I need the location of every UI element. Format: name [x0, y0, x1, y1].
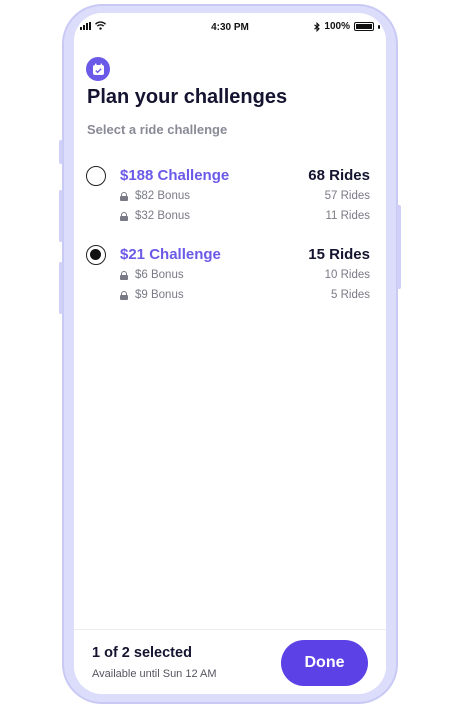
page-title: Plan your challenges	[87, 86, 288, 108]
phone-power-button	[397, 205, 401, 289]
lock-icon	[120, 270, 128, 280]
battery-percent: 100%	[324, 21, 350, 32]
challenge-name: $21 Challenge	[120, 246, 221, 263]
bonus-label: $32 Bonus	[135, 210, 190, 222]
bonus-rides: 57 Rides	[324, 190, 370, 202]
battery-icon	[354, 22, 374, 31]
selected-count: 1 of 2 selected	[92, 645, 192, 661]
bonus-label: $82 Bonus	[135, 190, 190, 202]
page-subtitle: Select a ride challenge	[87, 122, 228, 137]
challenge-total-rides: 68 Rides	[308, 167, 370, 184]
lock-icon	[120, 211, 128, 221]
status-bar: 4:30 PM 100%	[74, 13, 386, 41]
bonus-label: $6 Bonus	[135, 269, 184, 281]
calendar-check-icon	[86, 57, 110, 81]
battery-tip	[378, 24, 380, 29]
bonus-row: $82 Bonus	[120, 190, 190, 202]
phone-side-button	[59, 262, 63, 314]
bonus-rides: 11 Rides	[325, 210, 370, 222]
radio-button[interactable]	[86, 166, 106, 186]
bonus-rides: 10 Rides	[324, 269, 370, 281]
bonus-row: $32 Bonus	[120, 210, 190, 222]
bonus-rides: 5 Rides	[331, 289, 370, 301]
footer-bar: 1 of 2 selected Available until Sun 12 A…	[74, 629, 386, 694]
bluetooth-icon	[314, 21, 321, 32]
availability-text: Available until Sun 12 AM	[92, 668, 217, 680]
done-button[interactable]: Done	[281, 640, 368, 686]
lock-icon	[120, 290, 128, 300]
phone-screen: 4:30 PM 100% Plan your challenges Select…	[74, 13, 386, 694]
phone-side-button	[59, 190, 63, 242]
challenge-total-rides: 15 Rides	[308, 246, 370, 263]
radio-button-selected[interactable]	[86, 245, 106, 265]
status-right: 100%	[314, 21, 380, 32]
bonus-label: $9 Bonus	[135, 289, 184, 301]
challenge-name: $188 Challenge	[120, 167, 230, 184]
phone-side-button	[59, 140, 63, 164]
bonus-row: $6 Bonus	[120, 269, 184, 281]
lock-icon	[120, 191, 128, 201]
bonus-row: $9 Bonus	[120, 289, 184, 301]
